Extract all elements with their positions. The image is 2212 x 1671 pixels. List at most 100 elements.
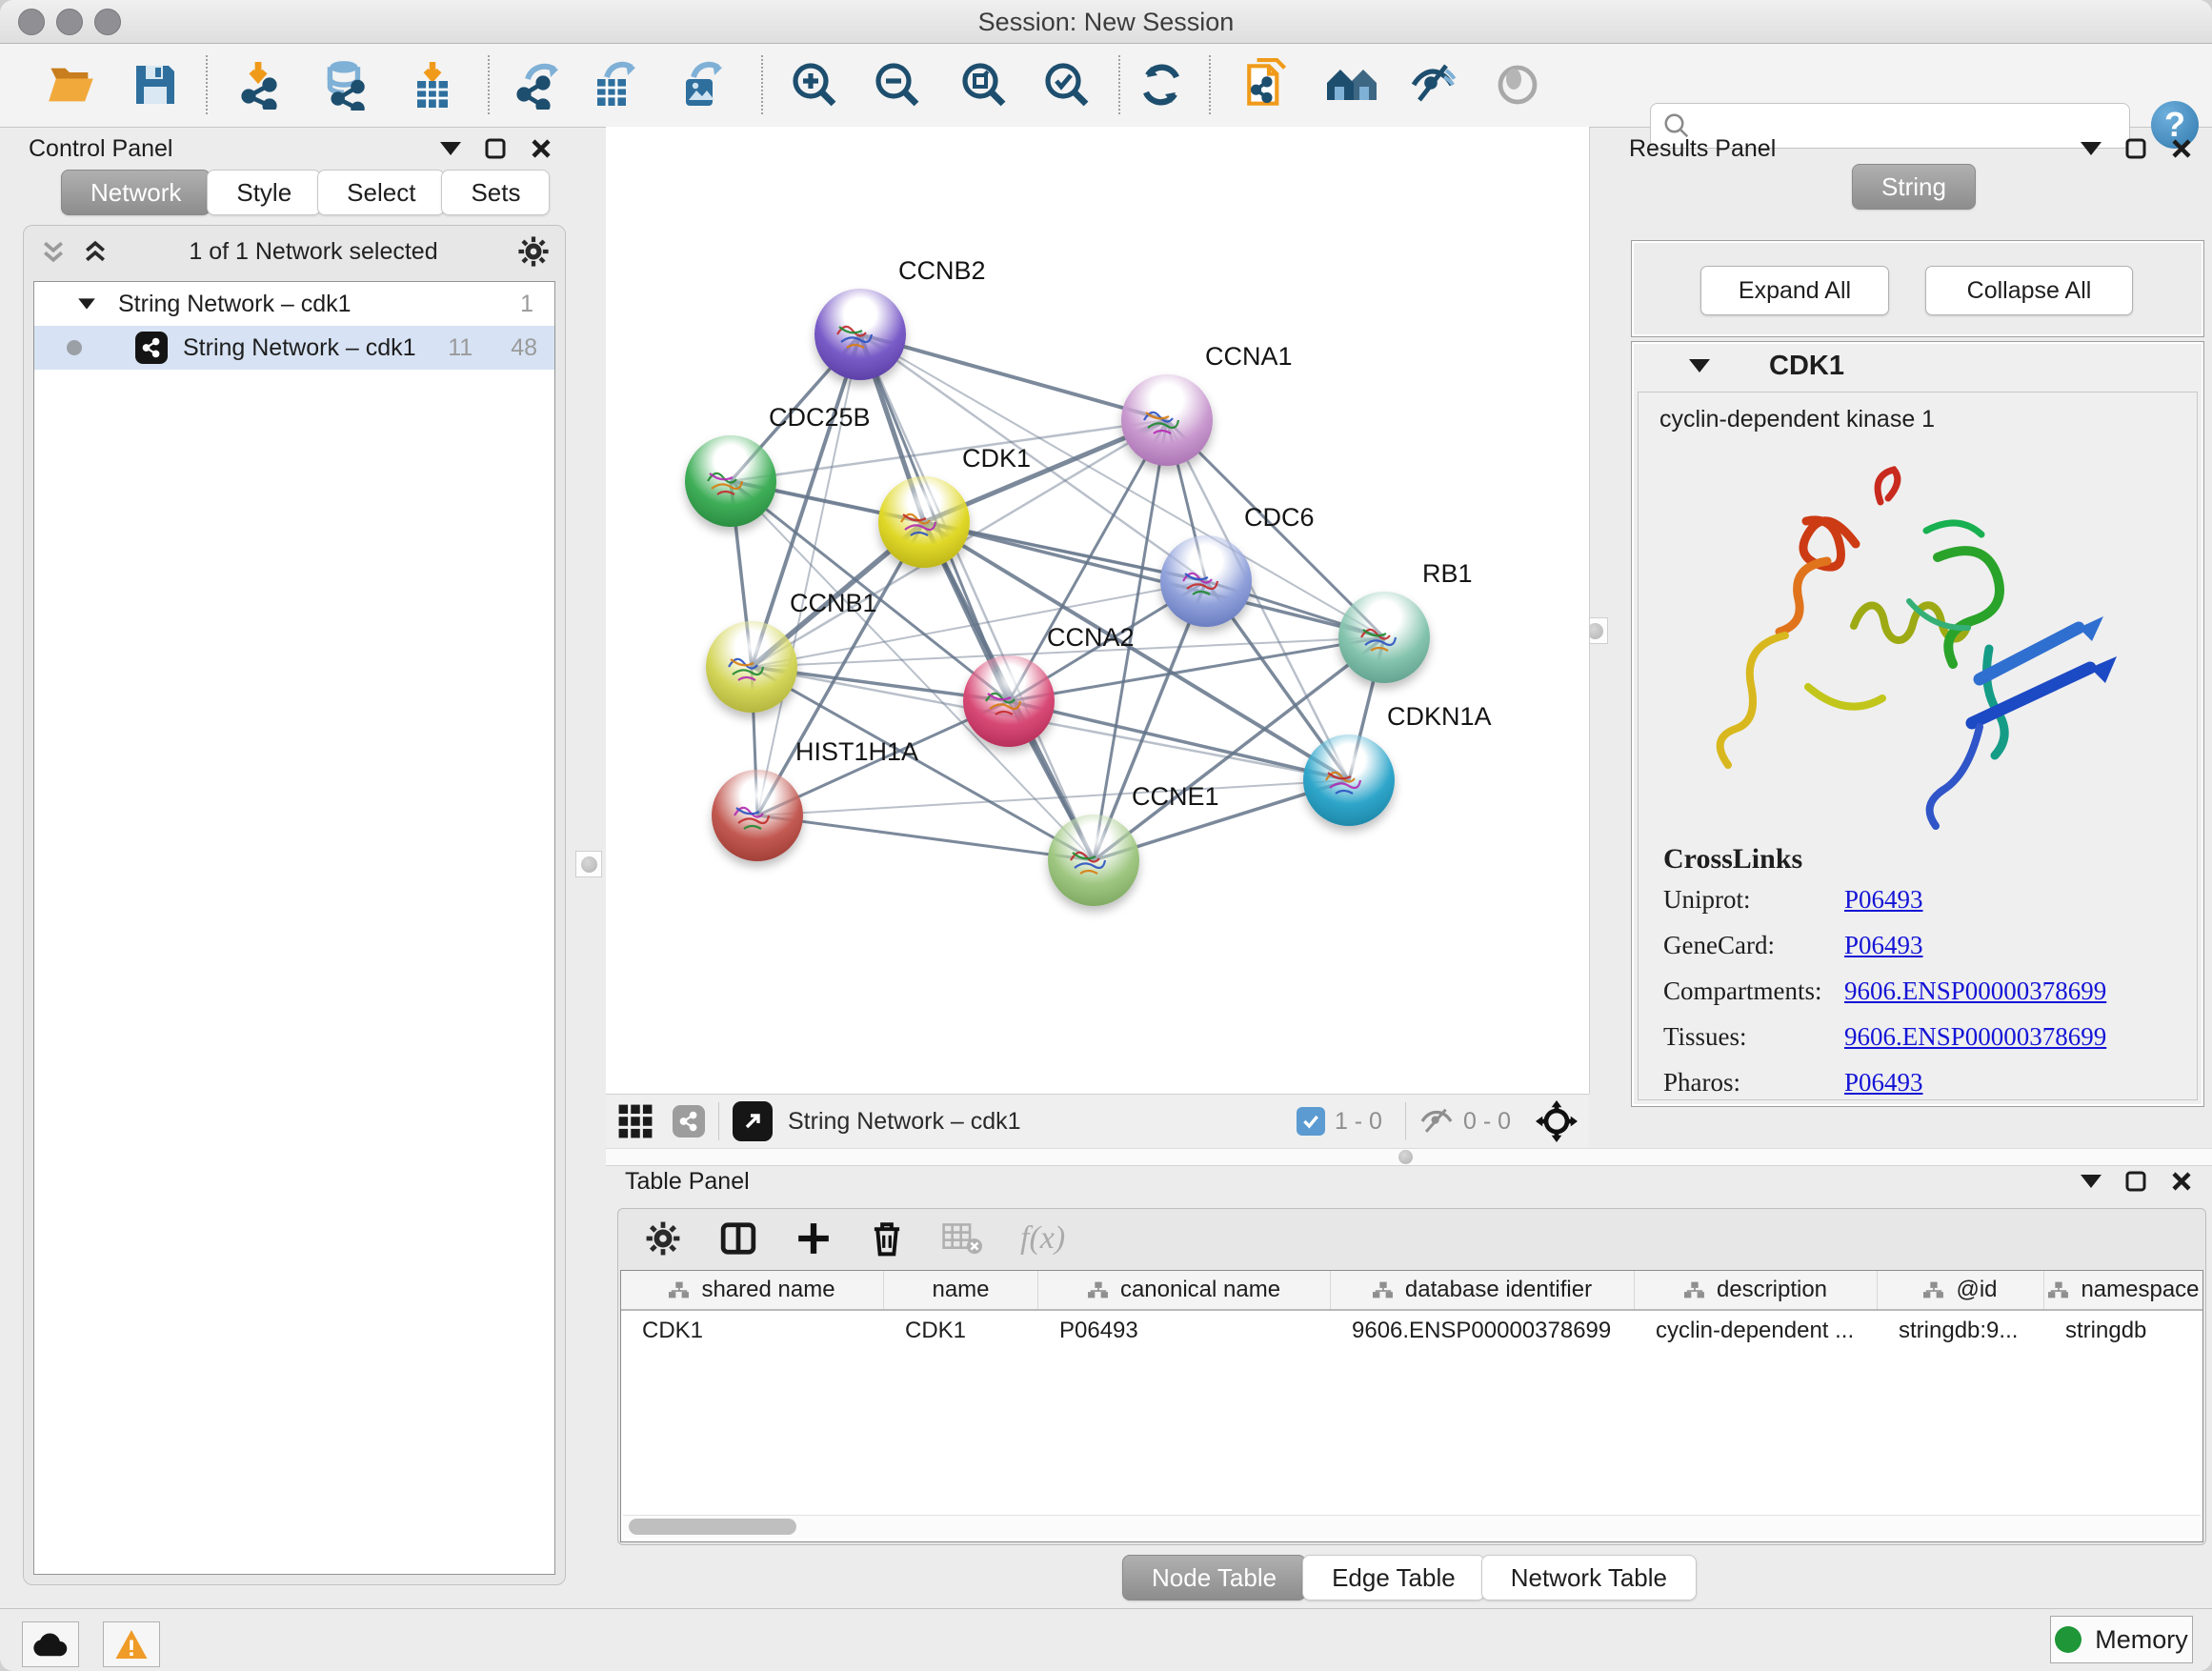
network-node-RB1[interactable]	[1338, 592, 1430, 683]
tab-node-table[interactable]: Node Table	[1122, 1555, 1306, 1601]
memory-status-button[interactable]: Memory	[2050, 1616, 2193, 1663]
network-edge[interactable]	[1009, 701, 1349, 780]
collection-caret-icon[interactable]	[78, 298, 95, 309]
network-node-CCNE1[interactable]	[1048, 815, 1139, 906]
collapse-all-icon[interactable]	[39, 237, 68, 266]
import-network-from-database-button[interactable]	[318, 57, 373, 112]
collapse-all-button[interactable]: Collapse All	[1925, 266, 2133, 315]
network-node-CCNA2[interactable]	[963, 655, 1055, 747]
column-header-database-identifier[interactable]: database identifier	[1331, 1271, 1635, 1309]
network-node-CCNA1[interactable]	[1121, 374, 1213, 466]
network-node-HIST1H1A[interactable]	[712, 770, 803, 861]
column-header--id[interactable]: @id	[1878, 1271, 2044, 1309]
column-header-name[interactable]: name	[884, 1271, 1038, 1309]
network-edge[interactable]	[860, 334, 1094, 860]
table-cell[interactable]: stringdb:9...	[1878, 1318, 2044, 1344]
selected-nodes-checkbox[interactable]	[1297, 1107, 1325, 1136]
network-node-CDC6[interactable]	[1160, 535, 1252, 627]
left-splitter-handle[interactable]	[575, 851, 602, 877]
window-title: Session: New Session	[0, 8, 2212, 37]
panel-menu-icon[interactable]	[2081, 142, 2101, 155]
crosslink-link[interactable]: P06493	[1844, 1068, 1923, 1097]
table-cell[interactable]: 9606.ENSP00000378699	[1331, 1318, 1635, 1344]
network-view-type-icon[interactable]	[673, 1105, 705, 1137]
export-table-button[interactable]	[589, 57, 644, 112]
tab-string[interactable]: String	[1852, 164, 1976, 210]
column-header-namespace[interactable]: namespace	[2044, 1271, 2203, 1309]
tab-sets[interactable]: Sets	[441, 170, 550, 215]
tab-network-table[interactable]: Network Table	[1481, 1555, 1697, 1601]
column-header-description[interactable]: description	[1635, 1271, 1878, 1309]
delete-table-icon	[942, 1221, 982, 1256]
network-edge[interactable]	[860, 334, 1167, 420]
import-table-button[interactable]	[405, 57, 460, 112]
crosslink-link[interactable]: P06493	[1844, 931, 1923, 960]
toggle-graphics-details-button[interactable]	[1407, 57, 1462, 112]
expand-all-icon[interactable]	[81, 237, 110, 266]
float-panel-icon[interactable]	[484, 137, 507, 160]
gear-icon[interactable]	[517, 235, 550, 268]
zoom-fit-button[interactable]	[956, 57, 1012, 112]
tab-edge-table[interactable]: Edge Table	[1302, 1555, 1485, 1601]
network-canvas[interactable]: CCNB2CCNA1CDC25BCDK1CDC6RB1CCNB1CCNA2CDK…	[606, 127, 1590, 1094]
network-collection-row[interactable]: String Network – cdk1 1	[34, 282, 554, 326]
add-column-icon[interactable]	[795, 1220, 832, 1257]
column-header-shared-name[interactable]: shared name	[621, 1271, 884, 1309]
table-cell[interactable]: CDK1	[621, 1318, 884, 1344]
table-settings-gear-icon[interactable]	[645, 1220, 681, 1257]
open-session-button[interactable]	[44, 57, 99, 112]
warnings-button[interactable]	[103, 1621, 160, 1667]
delete-column-icon[interactable]	[870, 1219, 904, 1258]
network-node-CDKN1A[interactable]	[1303, 735, 1395, 826]
export-image-button[interactable]	[675, 57, 731, 112]
level-of-detail-button[interactable]	[1490, 57, 1545, 112]
table-horizontal-scrollbar[interactable]	[623, 1515, 2201, 1539]
table-row[interactable]: CDK1CDK1P064939606.ENSP00000378699cyclin…	[621, 1311, 2202, 1351]
network-node-CDC25B[interactable]	[685, 435, 776, 527]
panel-menu-icon[interactable]	[440, 142, 461, 155]
network-row[interactable]: String Network – cdk1 11 48	[34, 326, 554, 370]
collapse-card-icon[interactable]	[1689, 359, 1710, 372]
table-cell[interactable]: stringdb	[2044, 1318, 2203, 1344]
tab-style[interactable]: Style	[207, 170, 321, 215]
table-cell[interactable]: CDK1	[884, 1318, 1038, 1344]
crosslink-link[interactable]: P06493	[1844, 885, 1923, 915]
crosslink-link[interactable]: 9606.ENSP00000378699	[1844, 976, 2106, 1006]
tab-network[interactable]: Network	[61, 170, 211, 215]
results-actions-box: Expand All Collapse All	[1631, 240, 2204, 337]
protein-card-header[interactable]: CDK1	[1632, 342, 2203, 390]
crosslink-link[interactable]: 9606.ENSP00000378699	[1844, 1022, 2106, 1052]
zoom-out-button[interactable]	[870, 57, 925, 112]
save-session-button[interactable]	[128, 57, 183, 112]
expand-all-button[interactable]: Expand All	[1700, 266, 1889, 315]
import-network-button[interactable]	[232, 57, 288, 112]
table-cell[interactable]: P06493	[1038, 1318, 1331, 1344]
network-edge[interactable]	[757, 815, 1094, 860]
open-view-in-window-button[interactable]	[733, 1101, 773, 1141]
refresh-layout-button[interactable]	[1134, 57, 1189, 112]
show-columns-icon[interactable]	[719, 1220, 757, 1257]
network-edge[interactable]	[924, 522, 1384, 637]
network-node-CCNB2[interactable]	[814, 289, 906, 380]
table-cell[interactable]: cyclin-dependent ...	[1635, 1318, 1878, 1344]
panel-menu-icon[interactable]	[2081, 1175, 2101, 1188]
scrollbar-thumb[interactable]	[629, 1519, 796, 1535]
zoom-selected-button[interactable]	[1039, 57, 1095, 112]
fit-content-icon[interactable]	[1536, 1100, 1578, 1142]
cloud-status-button[interactable]	[22, 1621, 79, 1667]
float-panel-icon[interactable]	[2124, 1170, 2147, 1193]
export-network-button[interactable]	[513, 57, 569, 112]
close-panel-icon[interactable]	[2170, 137, 2193, 160]
birds-eye-view-icon[interactable]	[617, 1103, 654, 1139]
zoom-in-button[interactable]	[787, 57, 842, 112]
close-panel-icon[interactable]	[530, 137, 553, 160]
tab-select[interactable]: Select	[317, 170, 445, 215]
float-panel-icon[interactable]	[2124, 137, 2147, 160]
network-node-CCNB1[interactable]	[706, 621, 797, 713]
network-overview-button[interactable]	[1324, 57, 1379, 112]
network-file-button[interactable]	[1241, 57, 1297, 112]
close-panel-icon[interactable]	[2170, 1170, 2193, 1193]
column-header-canonical-name[interactable]: canonical name	[1038, 1271, 1331, 1309]
node-table: shared namenamecanonical namedatabase id…	[620, 1270, 2203, 1542]
network-node-CDK1[interactable]	[878, 476, 970, 568]
